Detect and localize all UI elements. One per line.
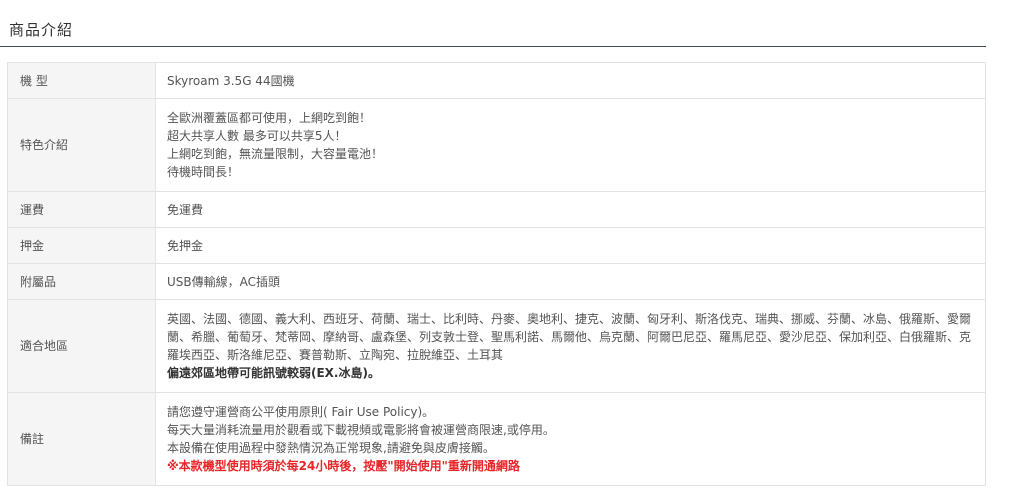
spec-row-deposit: 押金 免押金	[7, 227, 986, 264]
note-usage-highlight: ※本款機型使用時須於每24小時後，按壓"開始使用"重新開通網路	[167, 459, 520, 473]
feature-line: 上網吃到飽，無流量限制，大容量電池！	[167, 147, 384, 161]
note-line: 每天大量消耗流量用於觀看或下載視頻或電影將會被運營商限速,或停用。	[167, 423, 555, 437]
spec-row-features: 特色介紹 全歐洲覆蓋區都可使用，上網吃到飽！ 超大共享人數 最多可以共享5人！ …	[7, 98, 986, 192]
region-country-list: 英國、法國、德國、義大利、西班牙、荷蘭、瑞士、比利時、丹麥、奧地利、捷克、波蘭、…	[167, 312, 972, 362]
title-divider	[0, 46, 986, 47]
spec-value-shipping: 免運費	[155, 191, 986, 228]
spec-row-regions: 適合地區 英國、法國、德國、義大利、西班牙、荷蘭、瑞士、比利時、丹麥、奧地利、捷…	[7, 299, 986, 393]
feature-line: 超大共享人數 最多可以共享5人！	[167, 129, 347, 143]
note-line: 本設備在使用過程中發熱情況為正常現象,請避免與皮膚接觸。	[167, 441, 495, 455]
spec-value-accessories: USB傳輸線，AC插頭	[155, 263, 986, 300]
spec-value-regions: 英國、法國、德國、義大利、西班牙、荷蘭、瑞士、比利時、丹麥、奧地利、捷克、波蘭、…	[155, 299, 986, 393]
feature-line: 待機時間長！	[167, 165, 240, 179]
spec-row-notes: 備註 請您遵守運營商公平使用原則( Fair Use Policy)。 每天大量…	[7, 392, 986, 486]
feature-line: 全歐洲覆蓋區都可使用，上網吃到飽！	[167, 111, 372, 125]
spec-value-features: 全歐洲覆蓋區都可使用，上網吃到飽！ 超大共享人數 最多可以共享5人！ 上網吃到飽…	[155, 98, 986, 192]
spec-label-notes: 備註	[7, 392, 156, 486]
spec-label-shipping: 運費	[7, 191, 156, 228]
spec-row-model: 機 型 Skyroam 3.5G 44國機	[7, 62, 986, 99]
spec-value-deposit: 免押金	[155, 227, 986, 264]
region-signal-warning: 偏遠郊區地帶可能訊號較弱(EX.冰島)。	[167, 366, 380, 380]
section-title: 商品介紹	[9, 21, 74, 39]
spec-value-notes: 請您遵守運營商公平使用原則( Fair Use Policy)。 每天大量消耗流…	[155, 392, 986, 486]
spec-label-accessories: 附屬品	[7, 263, 156, 300]
spec-label-deposit: 押金	[7, 227, 156, 264]
spec-label-features: 特色介紹	[7, 98, 156, 192]
spec-value-model: Skyroam 3.5G 44國機	[155, 62, 986, 99]
note-line: 請您遵守運營商公平使用原則( Fair Use Policy)。	[167, 405, 435, 419]
spec-row-shipping: 運費 免運費	[7, 191, 986, 228]
spec-row-accessories: 附屬品 USB傳輸線，AC插頭	[7, 263, 986, 300]
product-spec-table: 機 型 Skyroam 3.5G 44國機 特色介紹 全歐洲覆蓋區都可使用，上網…	[7, 62, 986, 486]
spec-label-regions: 適合地區	[7, 299, 156, 393]
spec-label-model: 機 型	[7, 62, 156, 99]
